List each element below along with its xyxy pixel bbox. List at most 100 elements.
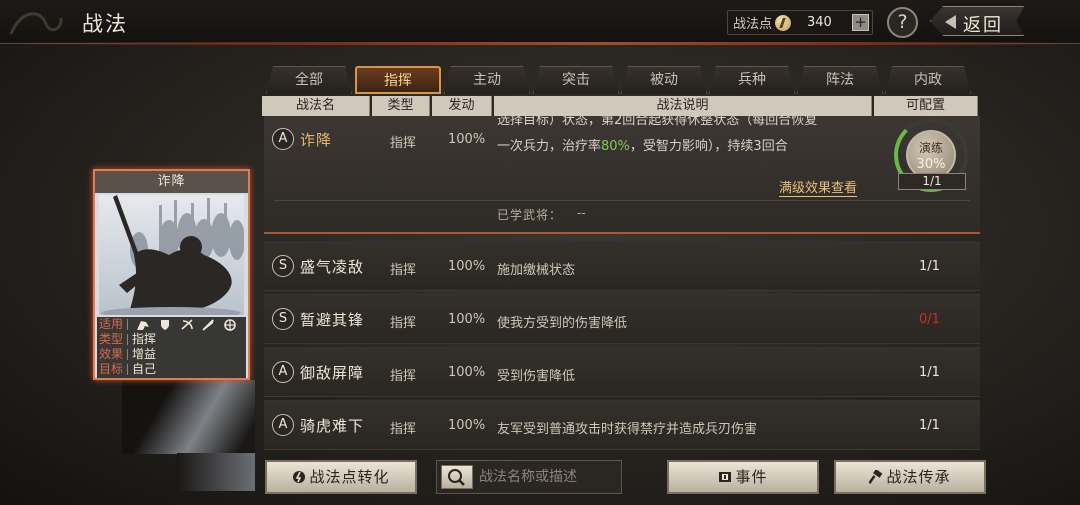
tactic-row[interactable]: S 盛气凌敌 指挥 100% 施加缴械状态 1/1 — [264, 241, 980, 291]
column-description: 战法说明 — [494, 96, 872, 116]
card-info-panel: 适用 类型 指挥 效果 增益 目标 自己 — [97, 317, 246, 378]
cloud-ornament-icon — [9, 12, 63, 35]
back-label: 返回 — [963, 15, 1003, 36]
tactic-name: 诈降 — [300, 131, 333, 149]
divider — [274, 200, 970, 201]
info-value: 自己 — [132, 362, 157, 376]
tactic-row[interactable]: A 骑虎难下 指挥 100% 友军受到普通攻击时获得禁疗并造成兵刃伤害 1/1 — [264, 400, 980, 450]
tactic-name: 骑虎难下 — [300, 417, 365, 435]
tactic-name: 暂避其锋 — [300, 311, 365, 329]
tactic-name: 御敌屏障 — [300, 364, 365, 382]
tactic-description: 友军受到普通攻击时获得禁疗并造成兵刃伤害 — [497, 422, 758, 437]
grade-badge: A — [272, 414, 294, 436]
events-button[interactable]: 事件 — [667, 460, 819, 494]
help-button[interactable]: ? — [887, 7, 918, 38]
card-info-target: 目标 自己 — [99, 362, 156, 377]
events-label: 事件 — [735, 468, 768, 486]
tab-assault[interactable]: 突击 — [533, 66, 619, 94]
inherit-tactic-label: 战法传承 — [886, 468, 951, 486]
header-divider — [0, 42, 1080, 45]
tactic-rate: 100% — [448, 418, 486, 433]
info-key: 类型 — [99, 332, 124, 346]
info-value: 增益 — [132, 347, 157, 361]
grade-badge: S — [272, 308, 294, 330]
tab-active[interactable]: 主动 — [444, 66, 530, 94]
tactic-rate: 100% — [448, 312, 486, 327]
tab-internal[interactable]: 内政 — [885, 66, 971, 94]
add-points-button[interactable]: + — [852, 14, 869, 31]
tactic-count: 0/1 — [919, 312, 940, 327]
tactic-rate: 100% — [448, 365, 486, 380]
points-value: 340 — [807, 15, 832, 30]
cavalry-icon — [136, 320, 149, 330]
tactic-description: 使我方受到的伤害降低 — [497, 316, 628, 331]
column-configurable: 可配置 — [874, 96, 978, 116]
learned-generals-label: 已学武将： — [497, 208, 563, 222]
event-book-icon — [719, 472, 732, 482]
tab-command[interactable]: 指挥 — [355, 66, 441, 94]
tactic-row[interactable]: S 暂避其锋 指挥 100% 使我方受到的伤害降低 0/1 — [264, 294, 980, 344]
convert-points-label: 战法点转化 — [309, 468, 390, 486]
back-button[interactable]: 返回 — [930, 6, 1024, 36]
tactic-name: 盛气凌敌 — [300, 258, 365, 276]
tab-troop[interactable]: 兵种 — [709, 66, 795, 94]
tactic-rate: 100% — [448, 132, 486, 147]
tactic-card: 诈降 适用 类型 指挥 效果 增益 目标 自己 — [93, 169, 250, 380]
tactic-rate: 100% — [448, 259, 486, 274]
search-bar — [436, 460, 622, 494]
grade-badge: A — [272, 128, 294, 150]
train-count: 1/1 — [898, 173, 966, 190]
points-label: 战法点 — [733, 17, 773, 32]
info-key: 效果 — [99, 347, 124, 361]
tactic-description: 施加缴械状态 — [497, 263, 576, 278]
search-icon — [448, 469, 465, 486]
tactic-count: 1/1 — [919, 418, 940, 433]
tactic-points-display: 战法点 340 + — [727, 10, 873, 35]
description-text: 一次兵力，治疗率 — [497, 139, 602, 154]
warrior-silhouette-icon — [101, 195, 245, 319]
convert-points-button[interactable]: 战法点转化 — [265, 460, 417, 494]
stacked-card-art — [122, 380, 255, 454]
tactic-description: 受到伤害降低 — [497, 369, 576, 384]
grade-badge: A — [272, 361, 294, 383]
hammer-icon — [869, 470, 883, 484]
spear-icon — [202, 318, 215, 331]
tactic-row-expanded[interactable]: A 诈降 指挥 100% 选择目标）状态，第2回合起获得休整状态（每回合恢复 一… — [264, 116, 980, 234]
train-label: 演练 — [918, 141, 943, 155]
back-arrow-icon — [945, 15, 956, 29]
tactic-count: 1/1 — [919, 259, 940, 274]
tactic-type: 指挥 — [390, 136, 417, 151]
learned-generals-value: -- — [577, 206, 586, 220]
tactic-count: 1/1 — [919, 365, 940, 380]
tab-formation[interactable]: 阵法 — [797, 66, 883, 94]
tactic-type: 指挥 — [390, 369, 417, 384]
tab-all[interactable]: 全部 — [266, 66, 352, 94]
tactic-type: 指挥 — [390, 422, 417, 437]
search-input[interactable] — [479, 465, 619, 489]
card-info-effect: 效果 增益 — [99, 347, 156, 362]
tactic-type: 指挥 — [390, 263, 417, 278]
max-level-effect-link[interactable]: 满级效果查看 — [779, 177, 858, 197]
tactic-description-line2: 一次兵力，治疗率80%，受智力影响），持续3回合 — [497, 135, 788, 154]
card-title: 诈降 — [95, 171, 248, 193]
tactic-description-line1: 选择目标）状态，第2回合起获得休整状态（每回合恢复 — [497, 116, 818, 128]
description-text: ，受智力影响），持续3回合 — [629, 139, 788, 154]
tab-passive[interactable]: 被动 — [621, 66, 707, 94]
tactic-row[interactable]: A 御敌屏障 指挥 100% 受到伤害降低 1/1 — [264, 347, 980, 397]
info-separator — [127, 334, 129, 345]
column-type: 类型 — [372, 96, 430, 116]
grade-badge: S — [272, 255, 294, 277]
tactic-list[interactable]: A 诈降 指挥 100% 选择目标）状态，第2回合起获得休整状态（每回合恢复 一… — [264, 116, 980, 451]
column-name: 战法名 — [262, 96, 370, 116]
tactic-type: 指挥 — [390, 316, 417, 331]
info-separator — [127, 319, 129, 330]
info-separator — [127, 364, 129, 375]
page-title: 战法 — [82, 12, 128, 36]
inherit-tactic-button[interactable]: 战法传承 — [834, 460, 986, 494]
shield-icon — [160, 319, 169, 330]
search-button[interactable] — [441, 465, 473, 489]
bow-icon — [180, 318, 193, 330]
card-info-type: 类型 指挥 — [99, 332, 156, 347]
tactic-point-icon — [293, 471, 306, 483]
column-rate: 发动 — [432, 96, 492, 116]
